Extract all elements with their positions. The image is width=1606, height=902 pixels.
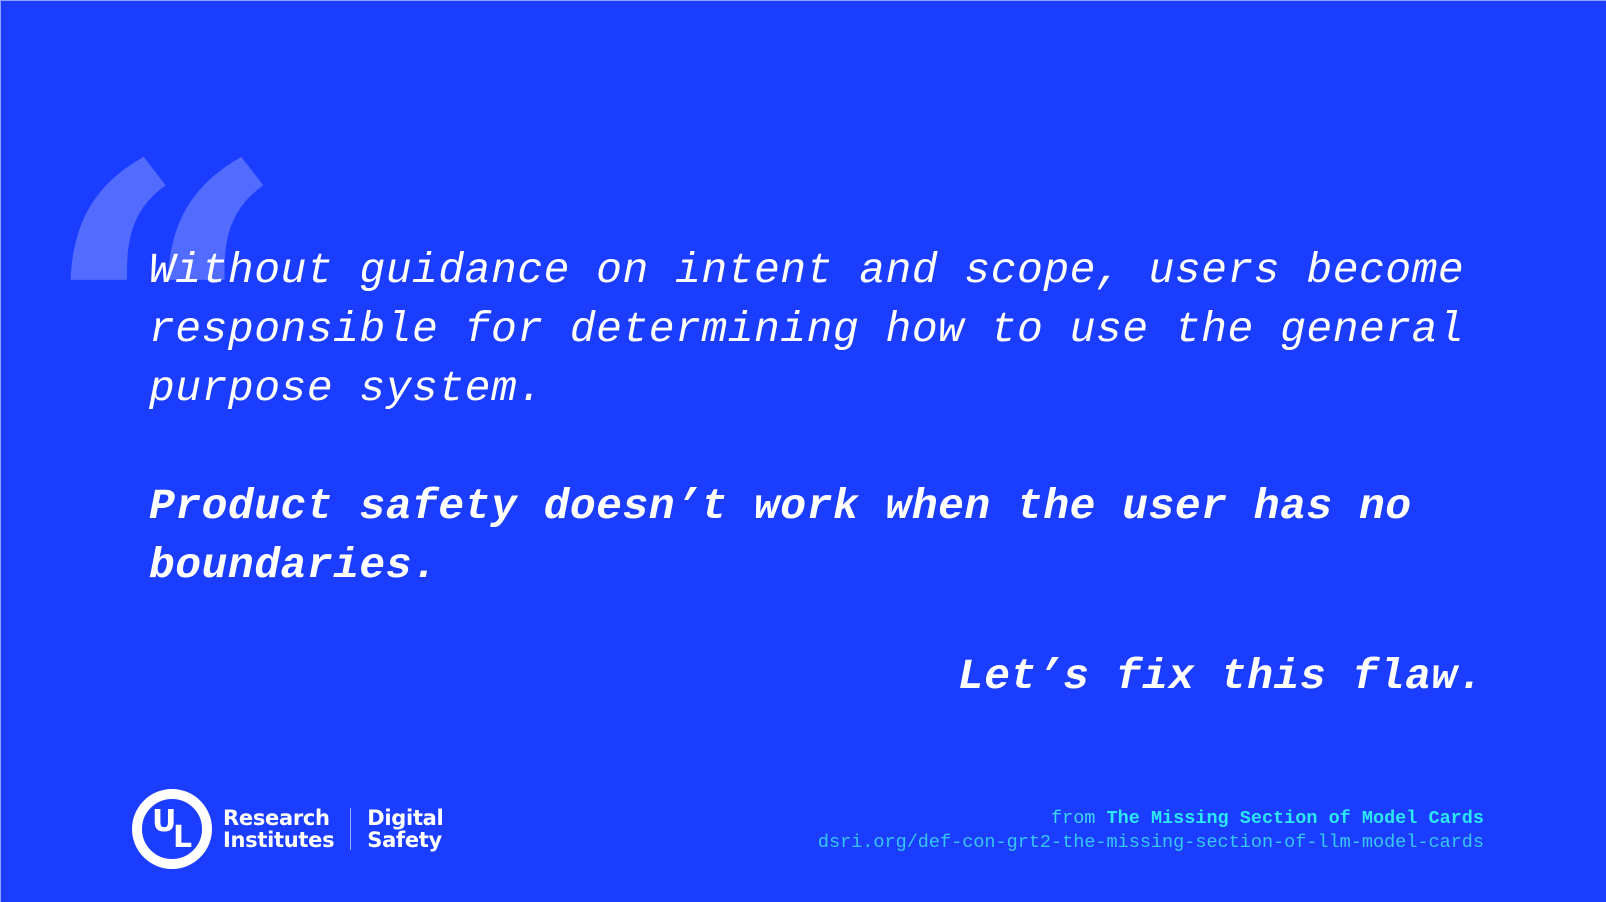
ul-mark-icon: U L bbox=[132, 789, 212, 869]
quote-slide: “ Without guidance on intent and scope, … bbox=[0, 0, 1606, 902]
logo-division-line2: Safety bbox=[367, 828, 442, 852]
logo-org-line2: Institutes bbox=[223, 828, 335, 852]
quote-emphasis-text: Product safety doesn’t work when the use… bbox=[149, 482, 1412, 590]
ul-mark-l: L bbox=[173, 820, 193, 855]
logo-division-line1: Digital bbox=[367, 806, 444, 830]
logo-division-name: Digital Safety bbox=[367, 807, 443, 851]
citation-source-line: from The Missing Section of Model Cards bbox=[818, 807, 1484, 831]
ul-research-institutes-logo: U L Research Institutes Digital Safety bbox=[132, 789, 444, 869]
citation-title: The Missing Section of Model Cards bbox=[1106, 808, 1484, 829]
logo-divider bbox=[350, 808, 352, 850]
call-to-action-text: Let’s fix this flaw. bbox=[957, 652, 1484, 701]
logo-org-line1: Research bbox=[223, 806, 330, 830]
citation-url-link[interactable]: dsri.org/def-con-grt2-the-missing-sectio… bbox=[818, 831, 1484, 855]
logo-org-name: Research Institutes bbox=[223, 806, 335, 852]
quote-body-text: Without guidance on intent and scope, us… bbox=[149, 246, 1465, 413]
source-citation: from The Missing Section of Model Cards … bbox=[818, 807, 1484, 855]
citation-prefix: from bbox=[1051, 808, 1096, 829]
